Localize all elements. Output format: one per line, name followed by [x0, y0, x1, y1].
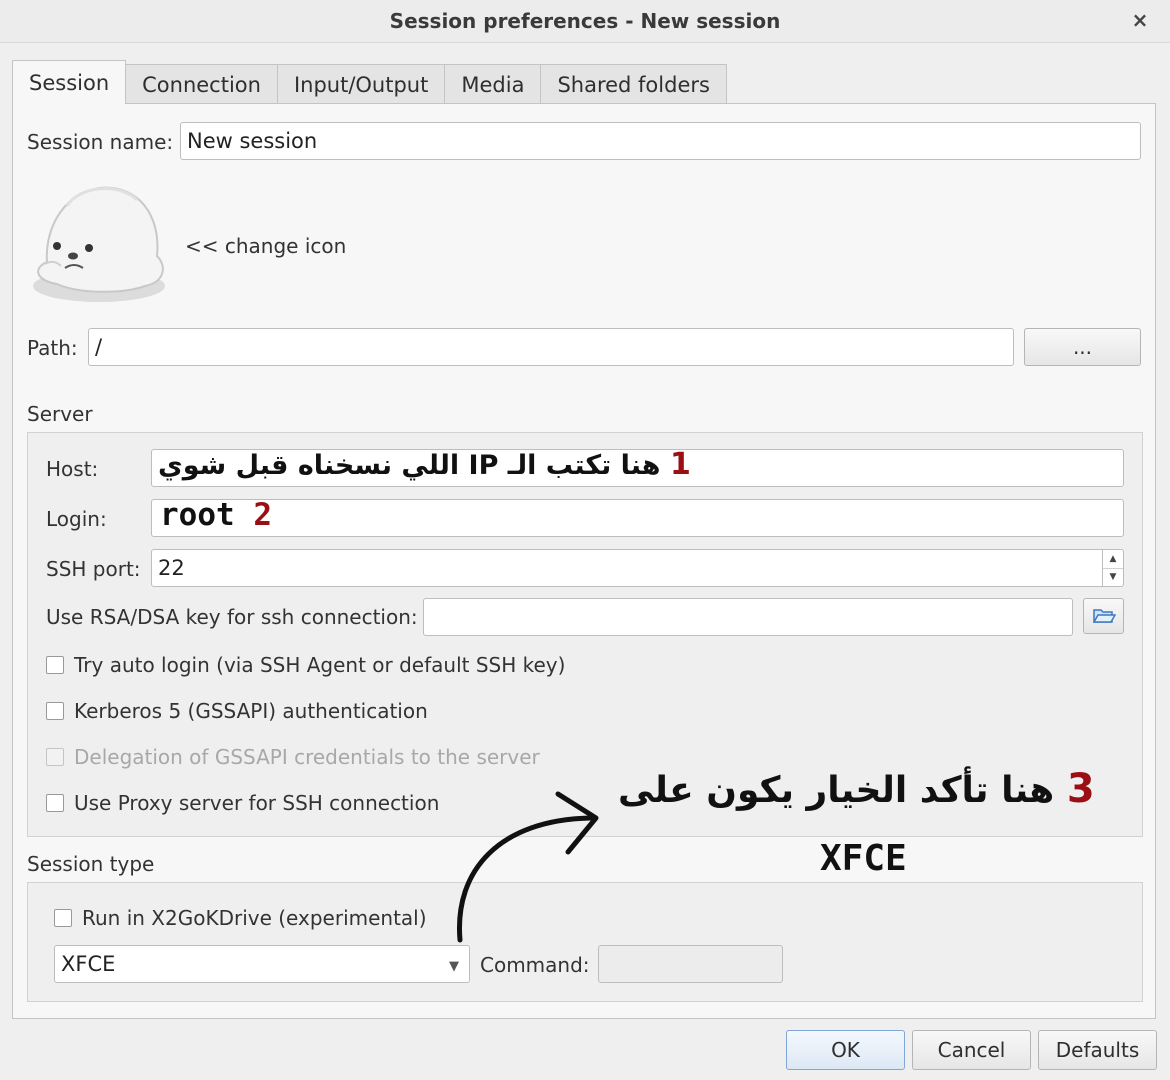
command-input[interactable]: [598, 945, 783, 983]
proxy-checkbox-row[interactable]: Use Proxy server for SSH connection: [46, 791, 439, 815]
proxy-label: Use Proxy server for SSH connection: [74, 791, 440, 815]
ok-button[interactable]: OK: [786, 1030, 905, 1070]
chevron-down-icon: ▼: [449, 959, 459, 974]
path-browse-button[interactable]: ...: [1024, 328, 1141, 366]
title-bar: Session preferences - New session ×: [0, 0, 1170, 43]
path-label: Path:: [27, 336, 78, 360]
spin-down-icon[interactable]: ▼: [1103, 569, 1123, 587]
host-annotation-number: 1: [669, 447, 691, 482]
path-input[interactable]: /: [88, 328, 1014, 366]
session-type-group-label: Session type: [27, 852, 155, 876]
command-label: Command:: [480, 953, 590, 977]
login-label: Login:: [46, 507, 107, 531]
session-type-select[interactable]: XFCE ▼: [54, 945, 470, 983]
kdrive-checkbox-row[interactable]: Run in X2GoKDrive (experimental): [54, 906, 427, 930]
host-label: Host:: [46, 457, 99, 481]
rsa-key-input[interactable]: [423, 598, 1073, 636]
server-group-label: Server: [27, 402, 93, 426]
tab-bar: Session Connection Input/Output Media Sh…: [12, 60, 727, 104]
auto-login-checkbox[interactable]: [46, 656, 64, 674]
seal-icon: [33, 186, 165, 302]
annotation-arrow-icon: [456, 791, 599, 943]
tab-session[interactable]: Session: [12, 60, 127, 104]
gssapi-delegation-label: Delegation of GSSAPI credentials to the …: [74, 745, 540, 769]
tab-shared-folders[interactable]: Shared folders: [540, 64, 727, 104]
kerberos-checkbox-row[interactable]: Kerberos 5 (GSSAPI) authentication: [46, 699, 428, 723]
tab-media[interactable]: Media: [444, 64, 542, 104]
rsa-key-label: Use RSA/DSA key for ssh connection:: [46, 605, 418, 629]
gssapi-delegation-checkbox: [46, 748, 64, 766]
login-annotation: root 2: [160, 497, 272, 533]
login-annotation-text: root: [160, 497, 235, 533]
session-type-annotation-text: هنا تأكد الخيار يكون على: [618, 770, 1055, 811]
auto-login-label: Try auto login (via SSH Agent or default…: [74, 653, 566, 677]
auto-login-checkbox-row[interactable]: Try auto login (via SSH Agent or default…: [46, 653, 565, 677]
session-type-value: XFCE: [61, 952, 116, 976]
kerberos-checkbox[interactable]: [46, 702, 64, 720]
login-annotation-number: 2: [253, 497, 272, 533]
cancel-button[interactable]: Cancel: [912, 1030, 1031, 1070]
rsa-key-browse-button[interactable]: [1083, 598, 1124, 634]
gssapi-delegation-checkbox-row: Delegation of GSSAPI credentials to the …: [46, 745, 540, 769]
folder-open-icon: [1092, 609, 1116, 623]
kdrive-checkbox[interactable]: [54, 909, 72, 927]
session-type-annotation-number: 3: [1066, 766, 1095, 812]
ssh-port-input[interactable]: 22 ▲ ▼: [151, 549, 1124, 587]
session-name-input[interactable]: New session: [180, 122, 1141, 160]
kerberos-label: Kerberos 5 (GSSAPI) authentication: [74, 699, 428, 723]
ssh-port-value: 22: [158, 556, 185, 580]
session-type-annotation: 3 هنا تأكد الخيار يكون على: [618, 766, 1095, 812]
session-name-label: Session name:: [27, 130, 174, 154]
ssh-port-label: SSH port:: [46, 557, 141, 581]
spin-up-icon[interactable]: ▲: [1103, 550, 1123, 569]
tab-input-output[interactable]: Input/Output: [276, 64, 446, 104]
window-title: Session preferences - New session: [389, 9, 781, 33]
host-annotation-text: هنا تكتب الـ IP اللي نسخناه قبل شوي: [158, 450, 661, 481]
ssh-port-stepper[interactable]: ▲ ▼: [1102, 550, 1123, 586]
close-icon[interactable]: ×: [1126, 6, 1154, 34]
change-icon-link[interactable]: << change icon: [185, 234, 346, 258]
defaults-button[interactable]: Defaults: [1038, 1030, 1157, 1070]
proxy-checkbox[interactable]: [46, 794, 64, 812]
kdrive-label: Run in X2GoKDrive (experimental): [82, 906, 427, 930]
host-annotation: 1 هنا تكتب الـ IP اللي نسخناه قبل شوي: [158, 447, 691, 482]
login-input[interactable]: [151, 499, 1124, 537]
session-icon[interactable]: [27, 176, 169, 308]
tab-connection[interactable]: Connection: [125, 64, 278, 104]
session-type-annotation-value: XFCE: [820, 838, 907, 879]
